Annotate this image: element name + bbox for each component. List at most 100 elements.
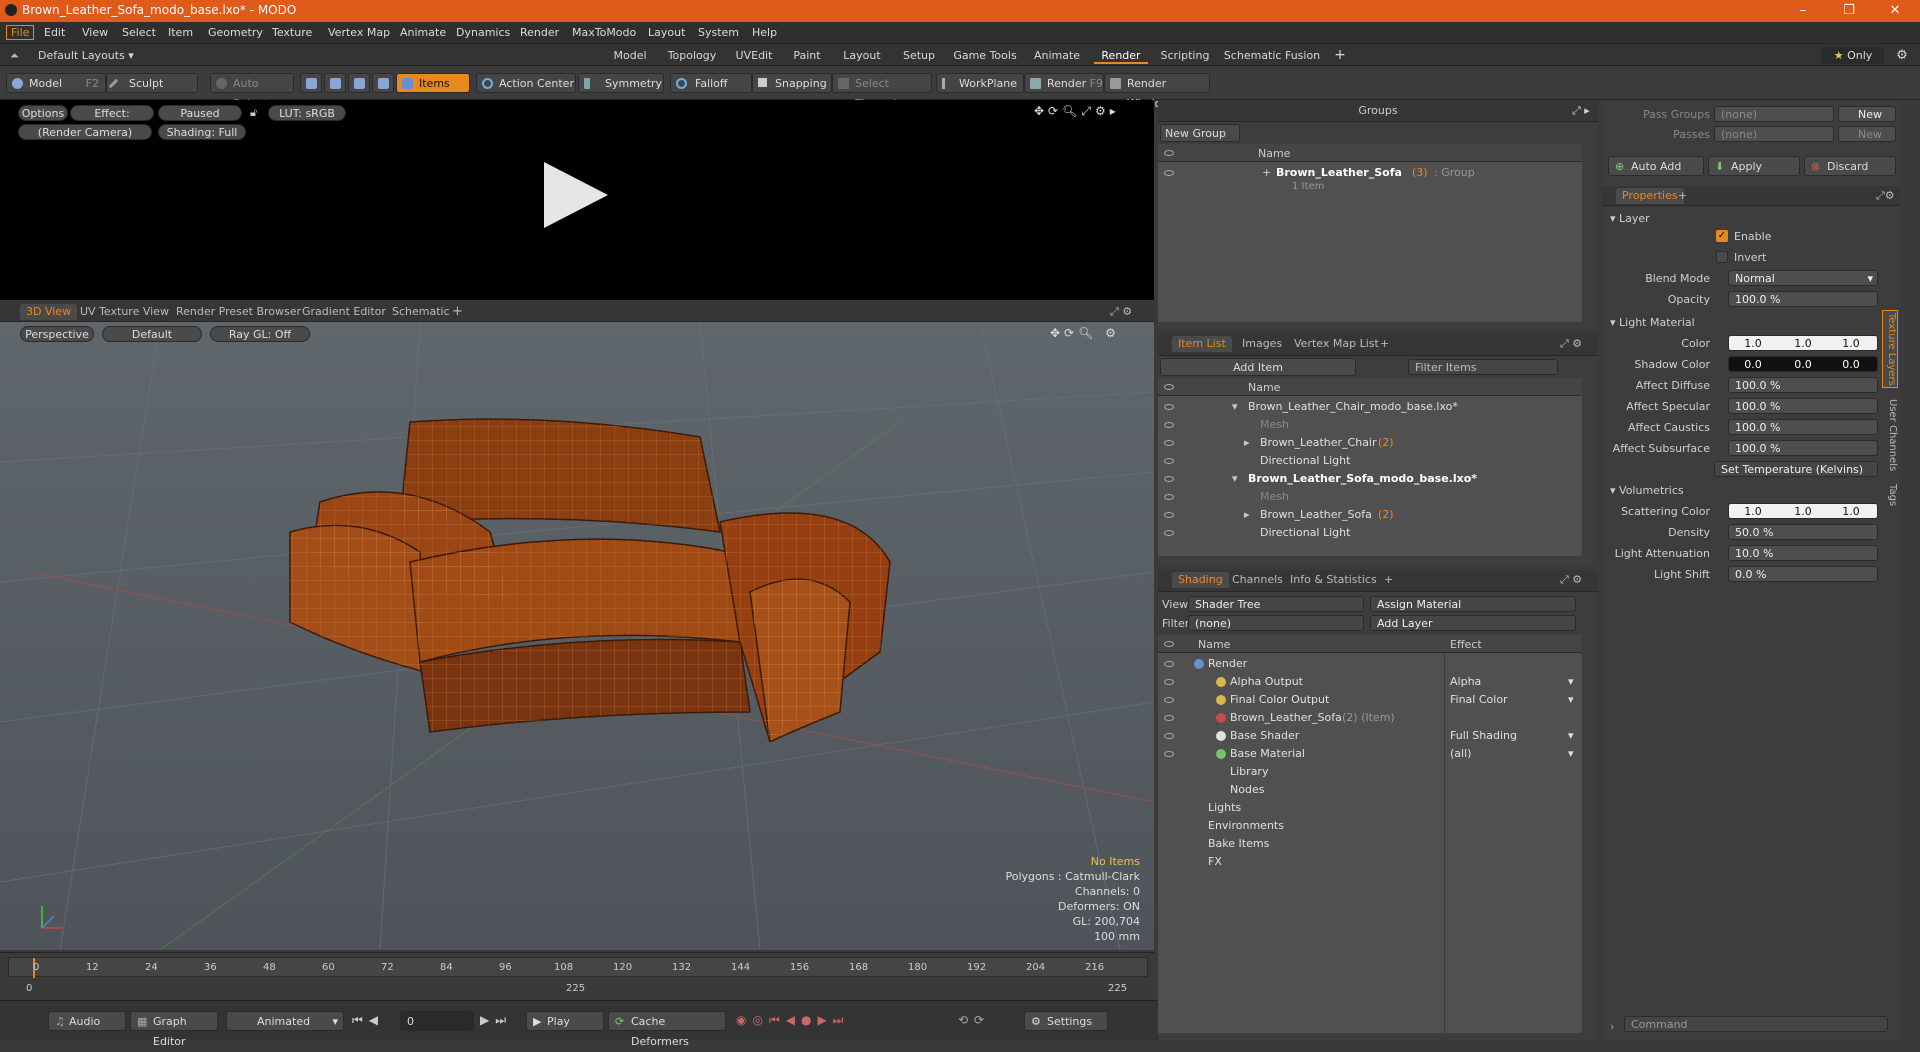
model-button[interactable]: Model F2 [6,73,106,93]
affect-diffuse-field[interactable]: 100.0 % [1728,377,1878,393]
item-row[interactable]: Mesh [1158,416,1582,434]
shader-effect[interactable]: Alpha [1450,673,1481,691]
tab-schematic-fusion[interactable]: Schematic Fusion [1222,47,1322,64]
menu-maxtomodo[interactable]: MaxToModo [572,26,636,39]
auto-select-button[interactable]: Auto Select [210,73,294,110]
tab-uvedit[interactable]: UVEdit [730,47,778,64]
tab-paint[interactable]: Paint [786,47,828,64]
volumetrics-section[interactable]: ▾ Volumetrics [1610,484,1684,497]
items-mode-button[interactable]: Items [396,73,470,93]
menu-geometry[interactable]: Geometry [208,26,263,39]
shader-eye-icon[interactable] [1164,697,1174,703]
play-icon[interactable] [544,162,608,228]
play-button[interactable]: ▶ Play [526,1011,604,1031]
affect-caustics-field[interactable]: 100.0 % [1728,419,1878,435]
shader-effect[interactable]: Final Color [1450,691,1508,709]
animated-dropdown[interactable]: Animated ▾ [226,1011,344,1031]
item-row[interactable]: Directional Light [1158,524,1582,542]
options-button[interactable]: Options [18,105,68,121]
side-tab-tags[interactable]: Tags [1882,480,1898,510]
pass-groups-new-button[interactable]: New [1838,106,1896,122]
playback-back-icons[interactable]: ⏮◀ [352,1013,384,1028]
shader-eye-icon[interactable] [1164,733,1174,739]
pass-groups-dropdown[interactable]: (none) [1714,106,1834,122]
item-list-expand-icon[interactable]: ⤢ ⚙ [1554,336,1588,352]
item-eye-icon[interactable] [1164,530,1174,536]
menu-item[interactable]: Item [168,26,193,39]
gear-icon[interactable]: ⚙ [1892,47,1912,64]
add-item-tab-icon[interactable]: + [1374,336,1395,352]
tab-render-preset-browser[interactable]: Render Preset Browser [170,304,307,320]
shader-row[interactable]: Nodes [1158,781,1582,799]
shader-eye-icon[interactable] [1164,661,1174,667]
menu-edit[interactable]: Edit [44,26,65,39]
item-eye-icon[interactable] [1164,440,1174,446]
item-row[interactable]: ▸ Brown_Leather_Sofa (2) [1158,506,1582,524]
only-button[interactable]: ★ Only [1822,47,1884,64]
tab-game-tools[interactable]: Game Tools [950,47,1020,64]
color-field[interactable]: 1.0 1.0 1.0 [1728,335,1878,351]
apply-button[interactable]: ⬇ Apply [1708,156,1800,176]
viewport-expand-icon[interactable]: ⤢ ⚙ [1104,304,1138,320]
invert-checkbox[interactable] [1716,251,1728,263]
audio-button[interactable]: ♫ Audio [48,1011,126,1031]
tab-info-statistics[interactable]: Info & Statistics [1284,572,1383,588]
discard-button[interactable]: ⊗ Discard [1804,156,1896,176]
default-style-dropdown[interactable]: Default [102,326,202,342]
tab-setup[interactable]: Setup [896,47,942,64]
affect-subsurface-field[interactable]: 100.0 % [1728,440,1878,456]
playback-forward-icons[interactable]: ▶⏭ [480,1013,512,1028]
scattering-color-field[interactable]: 1.0 1.0 1.0 [1728,503,1878,519]
tab-topology[interactable]: Topology [662,47,722,64]
menu-render[interactable]: Render [520,26,559,39]
shader-eye-icon[interactable] [1164,715,1174,721]
expand-arrow-icon[interactable]: ▸ [1244,506,1250,524]
3d-viewport[interactable]: Perspective Default Ray GL: Off ✥⟳🔍︎ ⚙ N… [0,322,1154,950]
item-eye-icon[interactable] [1164,494,1174,500]
select-through-button[interactable]: Select Through [832,73,932,110]
effect-dropdown[interactable]: Effect: (Shadi... [70,105,154,136]
sofa-model[interactable] [250,412,910,742]
shader-row[interactable]: FX [1158,853,1582,871]
expand-arrow-icon[interactable]: ▾ [1232,398,1238,416]
blend-mode-dropdown[interactable]: Normal ▾ [1728,270,1878,286]
item-eye-icon[interactable] [1164,512,1174,518]
set-temperature-button[interactable]: Set Temperature (Kelvins) [1714,461,1878,477]
timeline-ruler[interactable]: 0 12 24 36 48 60 72 84 96 108 120 132 14… [8,957,1148,978]
render-preview[interactable]: Options Effect: (Shadi... Paused 🔓︎ LUT:… [0,100,1154,300]
settings-button[interactable]: ⚙ Settings [1024,1011,1108,1031]
menu-file[interactable]: File [6,25,35,40]
tab-model[interactable]: Model [605,47,655,64]
item-eye-icon[interactable] [1164,422,1174,428]
materials-mode-button[interactable] [372,73,394,93]
item-row[interactable]: ▾ Brown_Leather_Sofa_modo_base.lxo* [1158,470,1582,488]
passes-dropdown[interactable]: (none) [1714,126,1834,142]
menu-system[interactable]: System [698,26,739,39]
layout-preset-dropdown[interactable]: Default Layouts ▾ [38,47,138,64]
effect-chevron-icon[interactable]: ▾ [1568,745,1574,763]
shader-row[interactable]: Brown_Leather_Sofa (2) (Item) [1158,709,1582,727]
tab-scripting[interactable]: Scripting [1156,47,1214,64]
shader-row[interactable]: Bake Items [1158,835,1582,853]
light-material-section[interactable]: ▾ Light Material [1610,316,1695,329]
tab-3d-view[interactable]: 3D View [20,304,78,320]
view-controls-icon[interactable]: ✥⟳🔍︎⤢⚙▸ [1034,104,1120,119]
action-center-button[interactable]: Action Center [476,73,576,93]
props-expand-icon[interactable]: ⤢⚙ [1870,188,1901,204]
menu-layout[interactable]: Layout [648,26,685,39]
add-layer-dropdown[interactable]: Add Layer [1370,615,1576,631]
tab-item-list[interactable]: Item List [1172,336,1232,352]
item-row[interactable]: ▾ Brown_Leather_Chair_modo_base.lxo* [1158,398,1582,416]
lut-dropdown[interactable]: LUT: sRGB [268,105,346,121]
tab-vertex-map-list[interactable]: Vertex Map List [1288,336,1385,352]
menu-vertex-map[interactable]: Vertex Map [328,26,390,39]
item-row[interactable]: ▸ Brown_Leather_Chair (2) [1158,434,1582,452]
key-extra-icons[interactable]: ⟲⟳ [958,1013,990,1027]
shader-tree-dropdown[interactable]: Shader Tree [1188,596,1364,612]
groups-expand-icon[interactable]: ⤢ ▸ [1572,104,1590,118]
vertices-mode-button[interactable] [300,73,322,93]
expand-plus-icon[interactable]: + [1262,164,1271,182]
group-row[interactable]: + Brown_Leather_Sofa (3) : Group 1 Item [1158,164,1582,192]
add-shading-tab-icon[interactable]: + [1378,572,1399,588]
effect-chevron-icon[interactable]: ▾ [1568,673,1574,691]
